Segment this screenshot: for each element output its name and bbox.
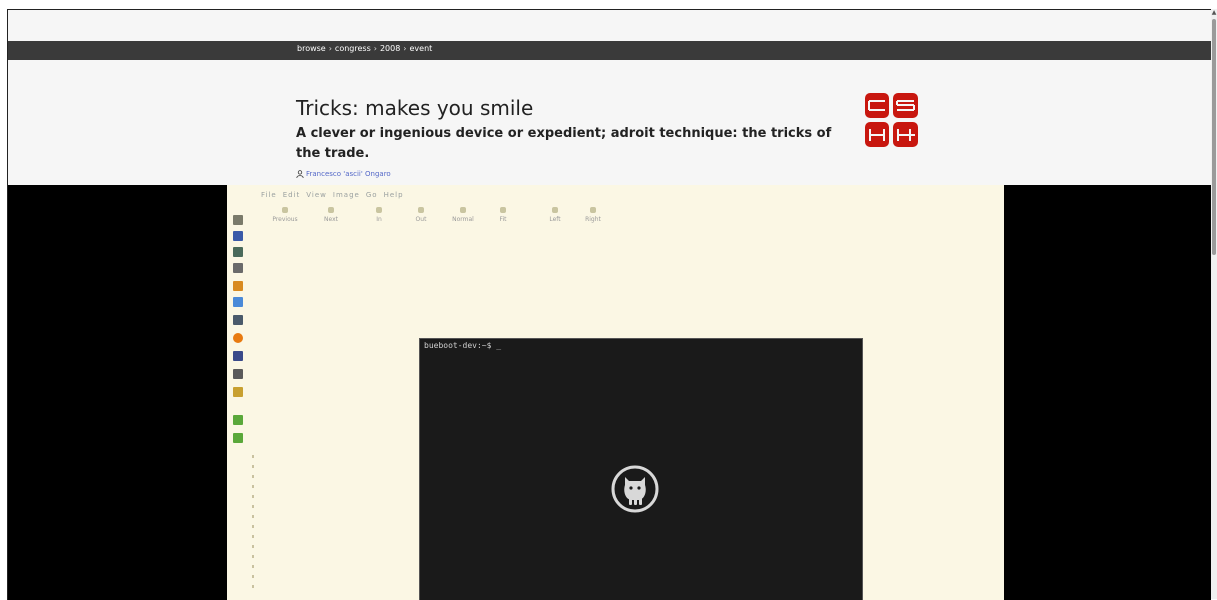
breadcrumb-bar: browse › congress › 2008 › event	[8, 41, 1211, 60]
video-menu-item: File	[261, 191, 277, 199]
video-toolbar-item: In	[361, 207, 397, 223]
toolbar-label: Out	[415, 216, 427, 223]
video-menu-item: Image	[332, 191, 360, 199]
panel-app-icon	[233, 297, 243, 307]
scroll-up-arrow-icon[interactable]: ▲	[1211, 10, 1217, 16]
panel-app-icon	[233, 281, 243, 291]
video-toolbar-item: Normal	[445, 207, 481, 223]
video-toolbar-item: Left	[537, 207, 573, 223]
toolbar-icon	[418, 207, 424, 213]
panel-app-icon	[233, 247, 243, 257]
terminal-prompt: bueboot-dev:~$ _	[424, 341, 502, 350]
panel-app-icon	[233, 415, 243, 425]
breadcrumb-separator: ›	[328, 44, 332, 53]
talk-author[interactable]: Francesco 'ascii' Ongaro	[296, 170, 391, 178]
video-menu-item: View	[306, 191, 327, 199]
breadcrumb-event[interactable]: event	[410, 44, 433, 53]
author-name[interactable]: Francesco 'ascii' Ongaro	[306, 170, 391, 178]
panel-app-icon	[233, 369, 243, 379]
play-cat-icon[interactable]	[611, 465, 659, 513]
video-toolbar-item: Right	[575, 207, 611, 223]
talk-subtitle: A clever or ingenious device or expedien…	[296, 126, 832, 161]
video-menu-item: Help	[383, 191, 404, 199]
video-toolbar-item: Previous	[267, 207, 303, 223]
panel-app-icon	[233, 315, 243, 325]
video-menu-item: Edit	[282, 191, 301, 199]
video-toolbar-item: Fit	[485, 207, 521, 223]
breadcrumb: browse › congress › 2008 › event	[297, 44, 432, 53]
toolbar-label: Right	[585, 216, 601, 223]
toolbar-icon	[282, 207, 288, 213]
panel-app-icon	[233, 263, 243, 273]
toolbar-label: In	[376, 216, 382, 223]
toolbar-icon	[500, 207, 506, 213]
breadcrumb-separator: ›	[403, 44, 407, 53]
talk-title: Tricks: makes you smile	[296, 96, 534, 120]
toolbar-icon	[552, 207, 558, 213]
video-desktop-panel	[231, 205, 247, 600]
congress-logo-icon[interactable]	[865, 93, 918, 147]
panel-app-icon	[233, 231, 243, 241]
breadcrumb-year[interactable]: 2008	[380, 44, 400, 53]
talk-header: Tricks: makes you smile A clever or inge…	[8, 60, 1211, 185]
panel-app-icon	[233, 351, 243, 361]
breadcrumb-browse[interactable]: browse	[297, 44, 326, 53]
panel-app-icon	[233, 333, 243, 343]
panel-app-icon	[233, 387, 243, 397]
toolbar-label: Next	[324, 216, 338, 223]
video-menu-item: Go	[365, 191, 378, 199]
video-toolbar-item: Out	[403, 207, 439, 223]
toolbar-label: Normal	[452, 216, 474, 223]
video-app-menu: File Edit View Image Go Help	[261, 191, 410, 199]
breadcrumb-separator: ›	[373, 44, 377, 53]
toolbar-label: Fit	[499, 216, 507, 223]
video-player[interactable]: File Edit View Image Go Help Previous Next In…	[8, 185, 1211, 600]
breadcrumb-congress[interactable]: congress	[335, 44, 371, 53]
video-frame: File Edit View Image Go Help Previous Next In…	[227, 185, 1004, 600]
panel-app-icon	[233, 215, 243, 225]
toolbar-icon	[590, 207, 596, 213]
video-toolbar-item: Next	[313, 207, 349, 223]
toolbar-label: Left	[549, 216, 561, 223]
toolbar-icon	[376, 207, 382, 213]
browser-viewport: browse › congress › 2008 › event Tricks: makes…	[7, 9, 1211, 600]
toolbar-icon	[328, 207, 334, 213]
video-panel-dots	[252, 455, 254, 595]
toolbar-label: Previous	[272, 216, 298, 223]
page-scrollbar[interactable]: ▲	[1211, 9, 1217, 599]
scrollbar-thumb[interactable]	[1212, 19, 1216, 255]
panel-app-icon	[233, 433, 243, 443]
toolbar-icon	[460, 207, 466, 213]
user-icon	[296, 170, 304, 178]
